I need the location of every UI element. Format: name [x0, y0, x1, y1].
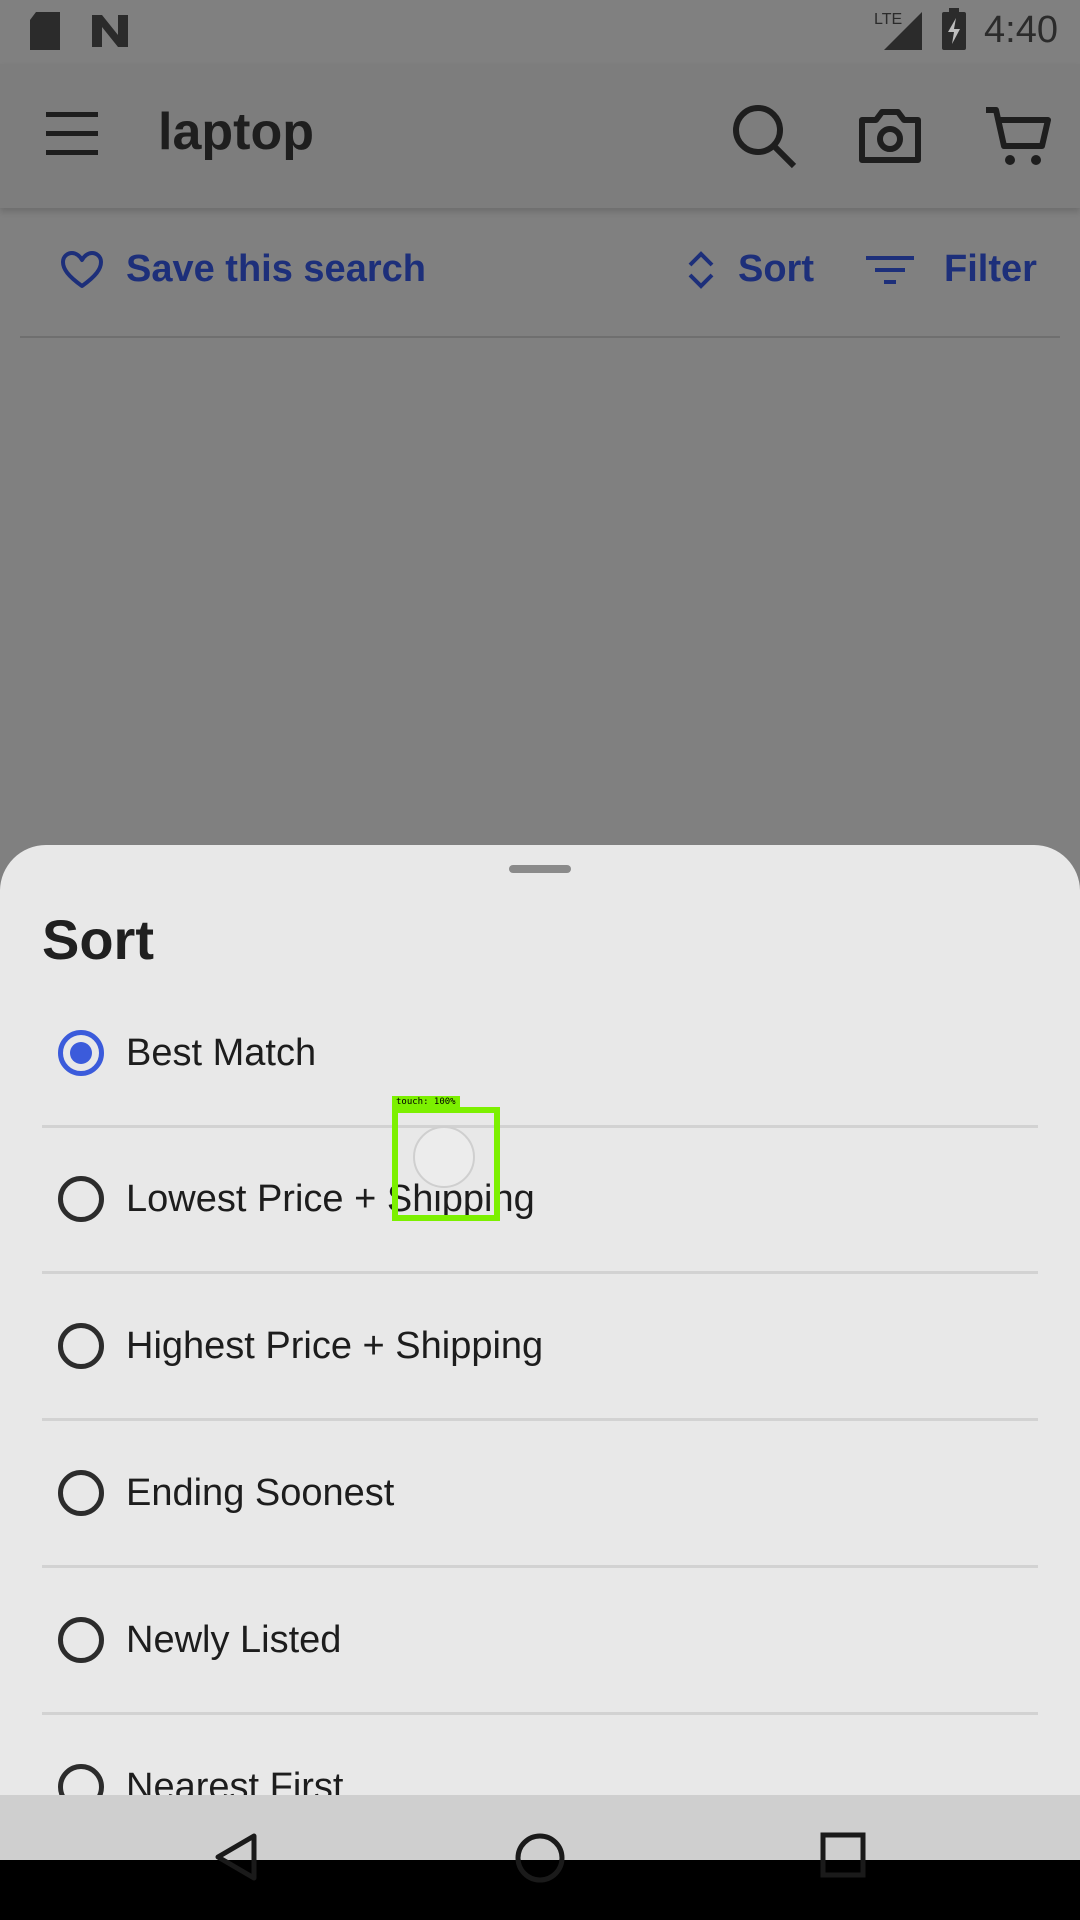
sort-option-label: Highest Price + Shipping	[126, 1325, 544, 1367]
sort-option-best-match[interactable]: Best Match	[42, 982, 1038, 1128]
search-query-title[interactable]: laptop	[158, 102, 314, 162]
status-bar: LTE 4:40	[0, 0, 1080, 64]
sort-option-label: Nearest First	[126, 1766, 344, 1795]
drag-handle[interactable]	[509, 865, 571, 873]
menu-icon[interactable]	[42, 104, 102, 164]
filter-label: Filter	[944, 248, 1037, 290]
radio-selected-icon	[58, 1030, 104, 1076]
radio-unselected-icon	[58, 1617, 104, 1663]
filter-button[interactable]: Filter	[866, 248, 1037, 291]
sort-option-newly-listed[interactable]: Newly Listed	[42, 1569, 1038, 1715]
sort-button[interactable]: Sort	[686, 248, 814, 291]
sd-card-icon	[30, 12, 60, 50]
sort-bottom-sheet: Sort Best Match Lowest Price + Shipping …	[0, 845, 1080, 1795]
radio-unselected-icon	[58, 1176, 104, 1222]
search-icon[interactable]	[730, 102, 798, 170]
recents-icon[interactable]	[820, 1832, 866, 1878]
radio-unselected-icon	[58, 1764, 104, 1795]
sort-option-label: Ending Soonest	[126, 1472, 395, 1514]
sort-option-label: Best Match	[126, 1032, 317, 1074]
divider	[42, 1271, 1038, 1274]
radio-unselected-icon	[58, 1470, 104, 1516]
sort-option-ending-soonest[interactable]: Ending Soonest	[42, 1422, 1038, 1568]
signal-icon: LTE	[874, 11, 923, 50]
app-bar: laptop	[0, 64, 1080, 208]
network-type-label: LTE	[874, 11, 902, 28]
divider	[42, 1418, 1038, 1421]
home-icon[interactable]	[514, 1832, 566, 1884]
sheet-title: Sort	[42, 908, 154, 971]
sort-option-lowest-price[interactable]: Lowest Price + Shipping	[42, 1128, 1038, 1274]
sort-option-nearest-first[interactable]: Nearest First	[42, 1716, 1038, 1795]
camera-icon[interactable]	[856, 102, 924, 170]
divider	[20, 336, 1060, 338]
n-icon	[92, 15, 128, 47]
save-search-label: Save this search	[126, 248, 426, 290]
filter-icon	[866, 255, 914, 284]
clock: 4:40	[984, 8, 1058, 51]
battery-charging-icon	[942, 8, 967, 50]
sort-option-label: Newly Listed	[126, 1619, 342, 1661]
save-search-button[interactable]: Save this search	[60, 248, 426, 291]
sort-label: Sort	[738, 248, 814, 290]
heart-icon	[61, 250, 103, 288]
radio-unselected-icon	[58, 1323, 104, 1369]
sort-option-highest-price[interactable]: Highest Price + Shipping	[42, 1275, 1038, 1421]
divider	[42, 1565, 1038, 1568]
search-toolbar: Save this search Sort Filter	[0, 208, 1080, 338]
divider	[42, 1712, 1038, 1715]
back-icon[interactable]	[212, 1832, 260, 1882]
sort-arrows-icon	[688, 250, 714, 289]
cart-icon[interactable]	[984, 102, 1052, 170]
touch-point	[413, 1126, 475, 1188]
